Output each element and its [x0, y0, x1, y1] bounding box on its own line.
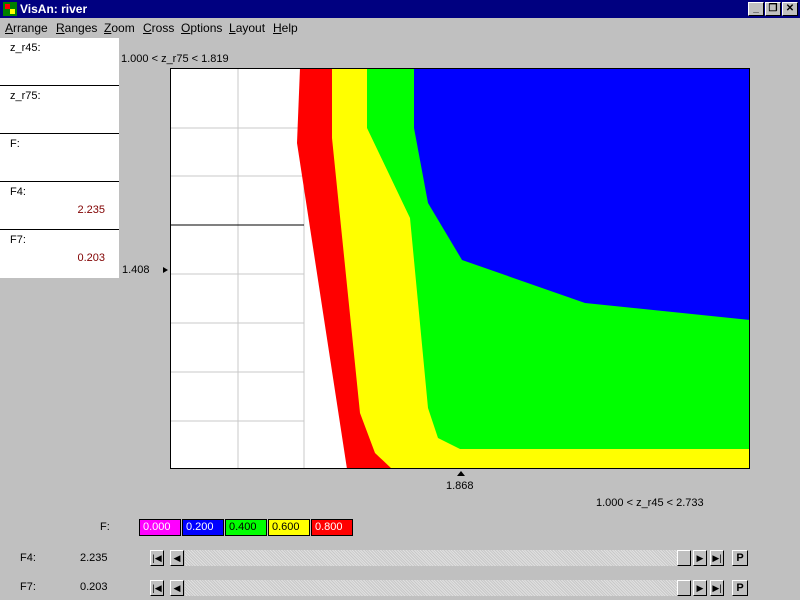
y-marker-arrow-icon — [163, 267, 168, 273]
slider-f7-thumb[interactable] — [677, 580, 691, 596]
slider-f7-label: F7: — [20, 581, 36, 593]
info-value: 2.235 — [77, 204, 105, 216]
legend-item-4[interactable]: 0.800 — [311, 519, 353, 536]
menu-cross-mnemonic: C — [143, 21, 152, 35]
legend-item-1[interactable]: 0.200 — [182, 519, 224, 536]
menu-arrange[interactable]: Arrange — [5, 21, 48, 35]
slider-f4-first-button[interactable]: |◀ — [150, 550, 164, 566]
info-label: F7: — [10, 234, 26, 246]
menu-arrange-mnemonic: A — [5, 21, 14, 35]
slider-f4-next-button[interactable]: ▶ — [693, 550, 707, 566]
slider-f7-last-button[interactable]: ▶| — [710, 580, 724, 596]
slider-f4-prev-button[interactable]: ◀ — [170, 550, 184, 566]
info-cell-f4: F4: 2.235 — [0, 182, 119, 230]
info-label: F: — [10, 138, 20, 150]
title-bar: VisAn: river _ ❐ ✕ — [0, 0, 800, 18]
legend-item-2[interactable]: 0.400 — [225, 519, 267, 536]
restore-button[interactable]: ❐ — [765, 2, 781, 16]
x-marker-value: 1.868 — [446, 480, 474, 492]
menu-zoom[interactable]: Zoom — [104, 21, 135, 35]
y-range-label: 1.000 < z_r75 < 1.819 — [121, 53, 229, 65]
info-value: 0.203 — [77, 252, 105, 264]
legend-item-3[interactable]: 0.600 — [268, 519, 310, 536]
menu-arrange-label: rrange — [13, 21, 48, 35]
slider-f7-next-button[interactable]: ▶ — [693, 580, 707, 596]
slider-f4-track[interactable] — [185, 550, 677, 566]
info-cell-z-r45: z_r45: — [0, 38, 119, 86]
menu-help[interactable]: Help — [273, 21, 298, 35]
app-icon — [3, 2, 17, 16]
menu-cross[interactable]: Cross — [143, 21, 174, 35]
menu-layout-label: ayout — [235, 21, 266, 35]
slider-f4-value: 2.235 — [80, 552, 108, 564]
slider-f4-p-button[interactable]: P — [732, 550, 748, 566]
slider-f4-label: F4: — [20, 552, 36, 564]
menu-ranges-label: anges — [64, 21, 98, 35]
menu-options-mnemonic: O — [181, 21, 191, 35]
legend-label: F: — [100, 521, 110, 533]
info-label: z_r75: — [10, 90, 41, 102]
slider-f4-thumb[interactable] — [677, 550, 691, 566]
contour-plot[interactable] — [170, 68, 750, 469]
slider-f7-p-button[interactable]: P — [732, 580, 748, 596]
info-label: z_r45: — [10, 42, 41, 54]
slider-f4-last-button[interactable]: ▶| — [710, 550, 724, 566]
menu-layout[interactable]: Layout — [229, 21, 265, 35]
menu-cross-label: ross — [151, 21, 175, 35]
info-cell-f7: F7: 0.203 — [0, 230, 119, 278]
x-range-label: 1.000 < z_r45 < 2.733 — [596, 497, 704, 509]
legend-item-0[interactable]: 0.000 — [139, 519, 181, 536]
info-label: F4: — [10, 186, 26, 198]
menu-help-mnemonic: H — [273, 21, 282, 35]
close-button[interactable]: ✕ — [782, 2, 798, 16]
slider-f7-first-button[interactable]: |◀ — [150, 580, 164, 596]
menu-options[interactable]: Options — [181, 21, 222, 35]
menu-options-label: ptions — [190, 21, 223, 35]
menu-ranges-mnemonic: R — [56, 21, 65, 35]
menu-ranges[interactable]: Ranges — [56, 21, 97, 35]
info-panel: z_r45: z_r75: F: F4: 2.235 F7: 0.203 — [0, 38, 119, 278]
slider-f7-track[interactable] — [185, 580, 677, 596]
x-marker-arrow-icon — [457, 471, 465, 476]
slider-f7-prev-button[interactable]: ◀ — [170, 580, 184, 596]
menu-bar: Arrange Ranges Zoom Cross Options Layout… — [0, 18, 800, 38]
menu-help-label: elp — [281, 21, 298, 35]
minimize-button[interactable]: _ — [748, 2, 764, 16]
window-title: VisAn: river — [20, 2, 88, 16]
menu-zoom-label: oom — [111, 21, 135, 35]
info-cell-z-r75: z_r75: — [0, 86, 119, 134]
info-cell-f: F: — [0, 134, 119, 182]
y-marker-value: 1.408 — [122, 264, 150, 276]
menu-layout-mnemonic: L — [229, 21, 236, 35]
slider-f7-value: 0.203 — [80, 581, 108, 593]
